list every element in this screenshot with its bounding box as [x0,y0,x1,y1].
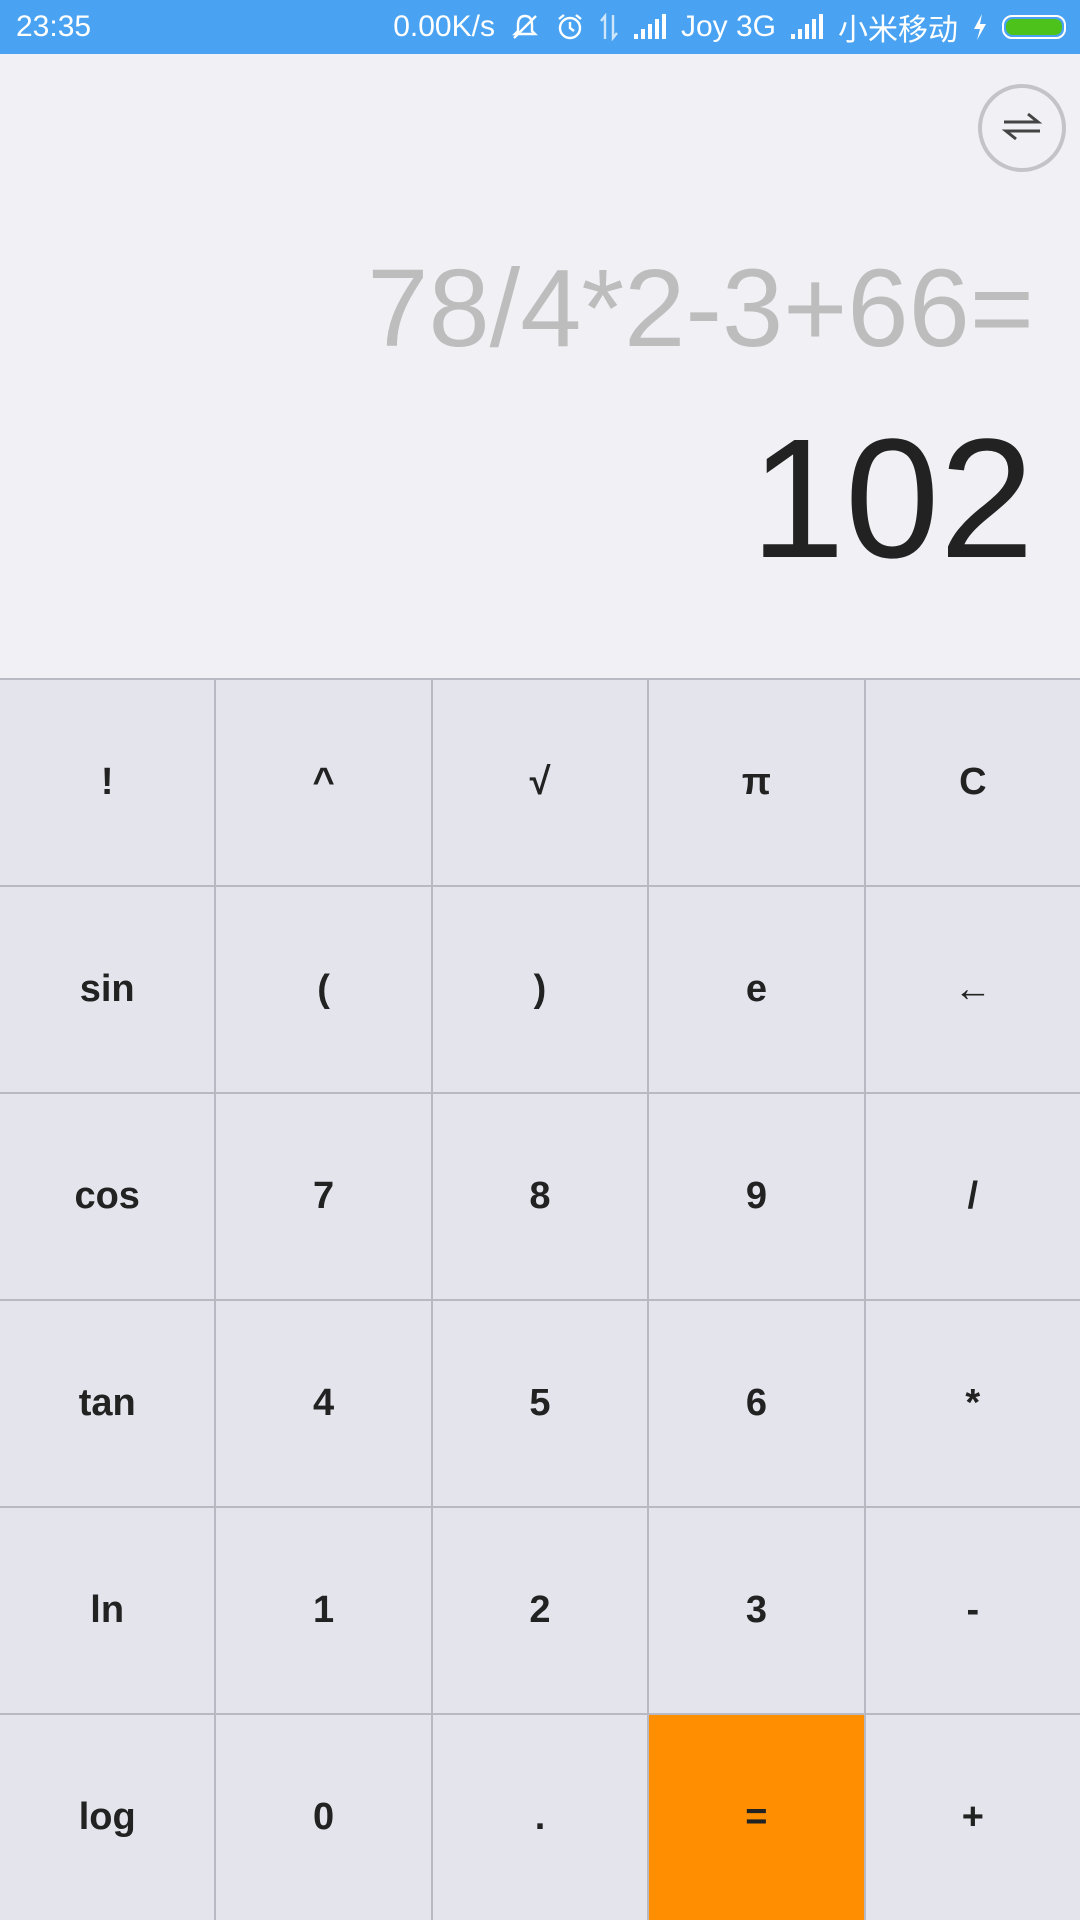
backspace-key[interactable]: ← [865,887,1080,1092]
clear-key[interactable]: C [865,680,1080,885]
charging-icon [972,13,988,41]
battery-icon [1002,15,1066,39]
equals-key[interactable]: = [649,1715,864,1920]
digit-1-key[interactable]: 1 [216,1508,431,1713]
tan-key[interactable]: tan [0,1301,215,1506]
keypad: ! ^ √ π C sin ( ) e ← cos 7 8 9 / tan 4 … [0,678,1080,1920]
pi-key[interactable]: π [649,680,864,885]
power-key[interactable]: ^ [216,680,431,885]
sqrt-key[interactable]: √ [432,680,648,885]
digit-9-key[interactable]: 9 [649,1094,864,1299]
factorial-key[interactable]: ! [0,680,215,885]
expression-text: 78/4*2-3+66= [367,247,1034,370]
digit-4-key[interactable]: 4 [216,1301,431,1506]
mode-toggle-button[interactable] [978,84,1066,172]
status-time: 23:35 [16,10,92,43]
swap-arrows-icon [1000,106,1044,151]
digit-6-key[interactable]: 6 [649,1301,864,1506]
multiply-key[interactable]: * [865,1301,1080,1506]
digit-7-key[interactable]: 7 [216,1094,431,1299]
status-bar: 23:35 0.00K/s Joy 3G 小米移动 [0,0,1080,54]
add-key[interactable]: + [865,1715,1080,1920]
battery-level [1006,19,1062,35]
ln-key[interactable]: ln [0,1508,215,1713]
carrier-2: 小米移动 [838,14,958,47]
data-transfer-icon [599,12,619,42]
decimal-key[interactable]: . [432,1715,648,1920]
network-speed: 0.00K/s [393,10,495,43]
digit-5-key[interactable]: 5 [432,1301,648,1506]
cos-key[interactable]: cos [0,1094,215,1299]
e-key[interactable]: e [649,887,864,1092]
digit-2-key[interactable]: 2 [432,1508,648,1713]
digit-0-key[interactable]: 0 [216,1715,431,1920]
open-paren-key[interactable]: ( [216,887,431,1092]
sin-key[interactable]: sin [0,887,215,1092]
divide-key[interactable]: / [865,1094,1080,1299]
carrier-1: Joy 3G [680,10,776,43]
alarm-icon [555,12,585,42]
status-icons: 0.00K/s Joy 3G 小米移动 [393,0,1066,54]
signal-icon [633,14,667,40]
close-paren-key[interactable]: ) [432,887,648,1092]
mute-icon [509,11,541,43]
digit-8-key[interactable]: 8 [432,1094,648,1299]
calculator-display: 78/4*2-3+66= 102 [0,54,1080,678]
signal-icon [790,14,824,40]
digit-3-key[interactable]: 3 [649,1508,864,1713]
result-text: 102 [750,404,1034,594]
log-key[interactable]: log [0,1715,215,1920]
subtract-key[interactable]: - [865,1508,1080,1713]
